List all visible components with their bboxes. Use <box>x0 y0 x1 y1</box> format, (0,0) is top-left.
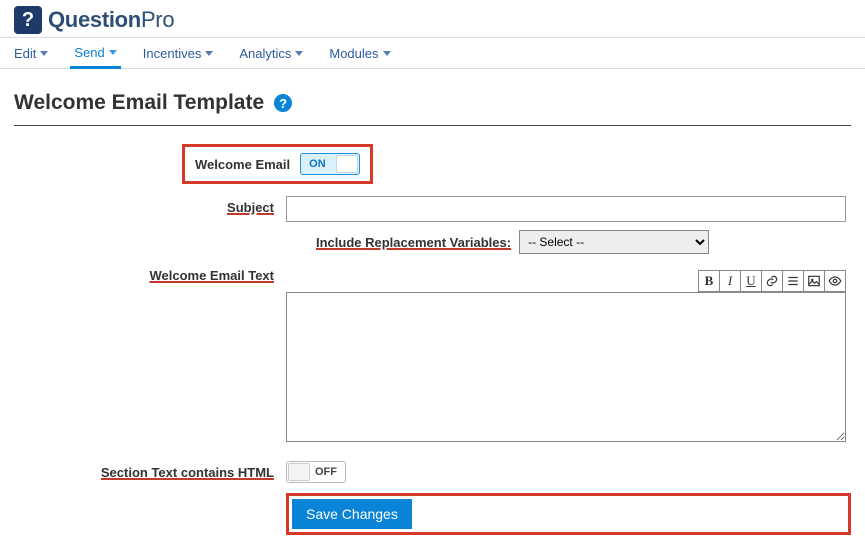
nav-send[interactable]: Send <box>70 39 120 69</box>
image-button[interactable] <box>803 270 825 292</box>
chevron-down-icon <box>383 51 391 56</box>
link-button[interactable] <box>761 270 783 292</box>
page-title: Welcome Email Template <box>14 91 264 115</box>
brand-mark: ? <box>14 6 42 34</box>
chevron-down-icon <box>40 51 48 56</box>
welcome-text-label: Welcome Email Text <box>14 264 286 283</box>
underline-button[interactable]: U <box>740 270 762 292</box>
chevron-down-icon <box>205 51 213 56</box>
brand-logo[interactable]: ? QuestionPro <box>14 6 174 34</box>
brand-mark-glyph: ? <box>22 10 34 30</box>
nav-edit[interactable]: Edit <box>10 38 52 68</box>
align-button[interactable] <box>782 270 804 292</box>
page-title-row: Welcome Email Template ? <box>0 69 865 125</box>
bold-button[interactable]: B <box>698 270 720 292</box>
align-icon <box>786 274 800 288</box>
subject-label: Subject <box>14 196 286 215</box>
eye-icon <box>828 274 842 288</box>
link-icon <box>765 274 779 288</box>
title-divider <box>14 125 851 126</box>
image-icon <box>807 274 821 288</box>
toggle-knob <box>336 155 358 173</box>
toggle-off-label: OFF <box>315 466 337 478</box>
brand-name: QuestionPro <box>48 7 174 33</box>
editor-toolbar: B I U <box>286 270 846 292</box>
welcome-email-toggle[interactable]: ON <box>300 153 360 175</box>
chevron-down-icon <box>295 51 303 56</box>
replacement-vars-select[interactable]: -- Select -- <box>519 230 709 254</box>
nav-modules[interactable]: Modules <box>325 38 394 68</box>
welcome-text-editor[interactable] <box>286 292 846 442</box>
replacement-vars-label: Include Replacement Variables: <box>316 235 511 250</box>
welcome-email-label: Welcome Email <box>195 157 290 172</box>
toggle-on-label: ON <box>309 158 326 170</box>
nav-analytics[interactable]: Analytics <box>235 38 307 68</box>
app-header: ? QuestionPro <box>0 0 865 38</box>
toggle-knob <box>288 463 310 481</box>
save-highlight: Save Changes <box>286 493 851 535</box>
save-changes-button[interactable]: Save Changes <box>292 499 412 529</box>
welcome-email-highlight: Welcome Email ON <box>182 144 373 184</box>
chevron-down-icon <box>109 50 117 55</box>
nav-incentives[interactable]: Incentives <box>139 38 218 68</box>
welcome-email-form: Welcome Email ON Subject Include Replace… <box>0 144 865 535</box>
help-icon[interactable]: ? <box>274 94 292 112</box>
italic-button[interactable]: I <box>719 270 741 292</box>
html-toggle-label: Section Text contains HTML <box>14 465 286 480</box>
html-toggle[interactable]: OFF <box>286 461 346 483</box>
main-nav: Edit Send Incentives Analytics Modules <box>0 38 865 69</box>
preview-button[interactable] <box>824 270 846 292</box>
subject-input[interactable] <box>286 196 846 222</box>
